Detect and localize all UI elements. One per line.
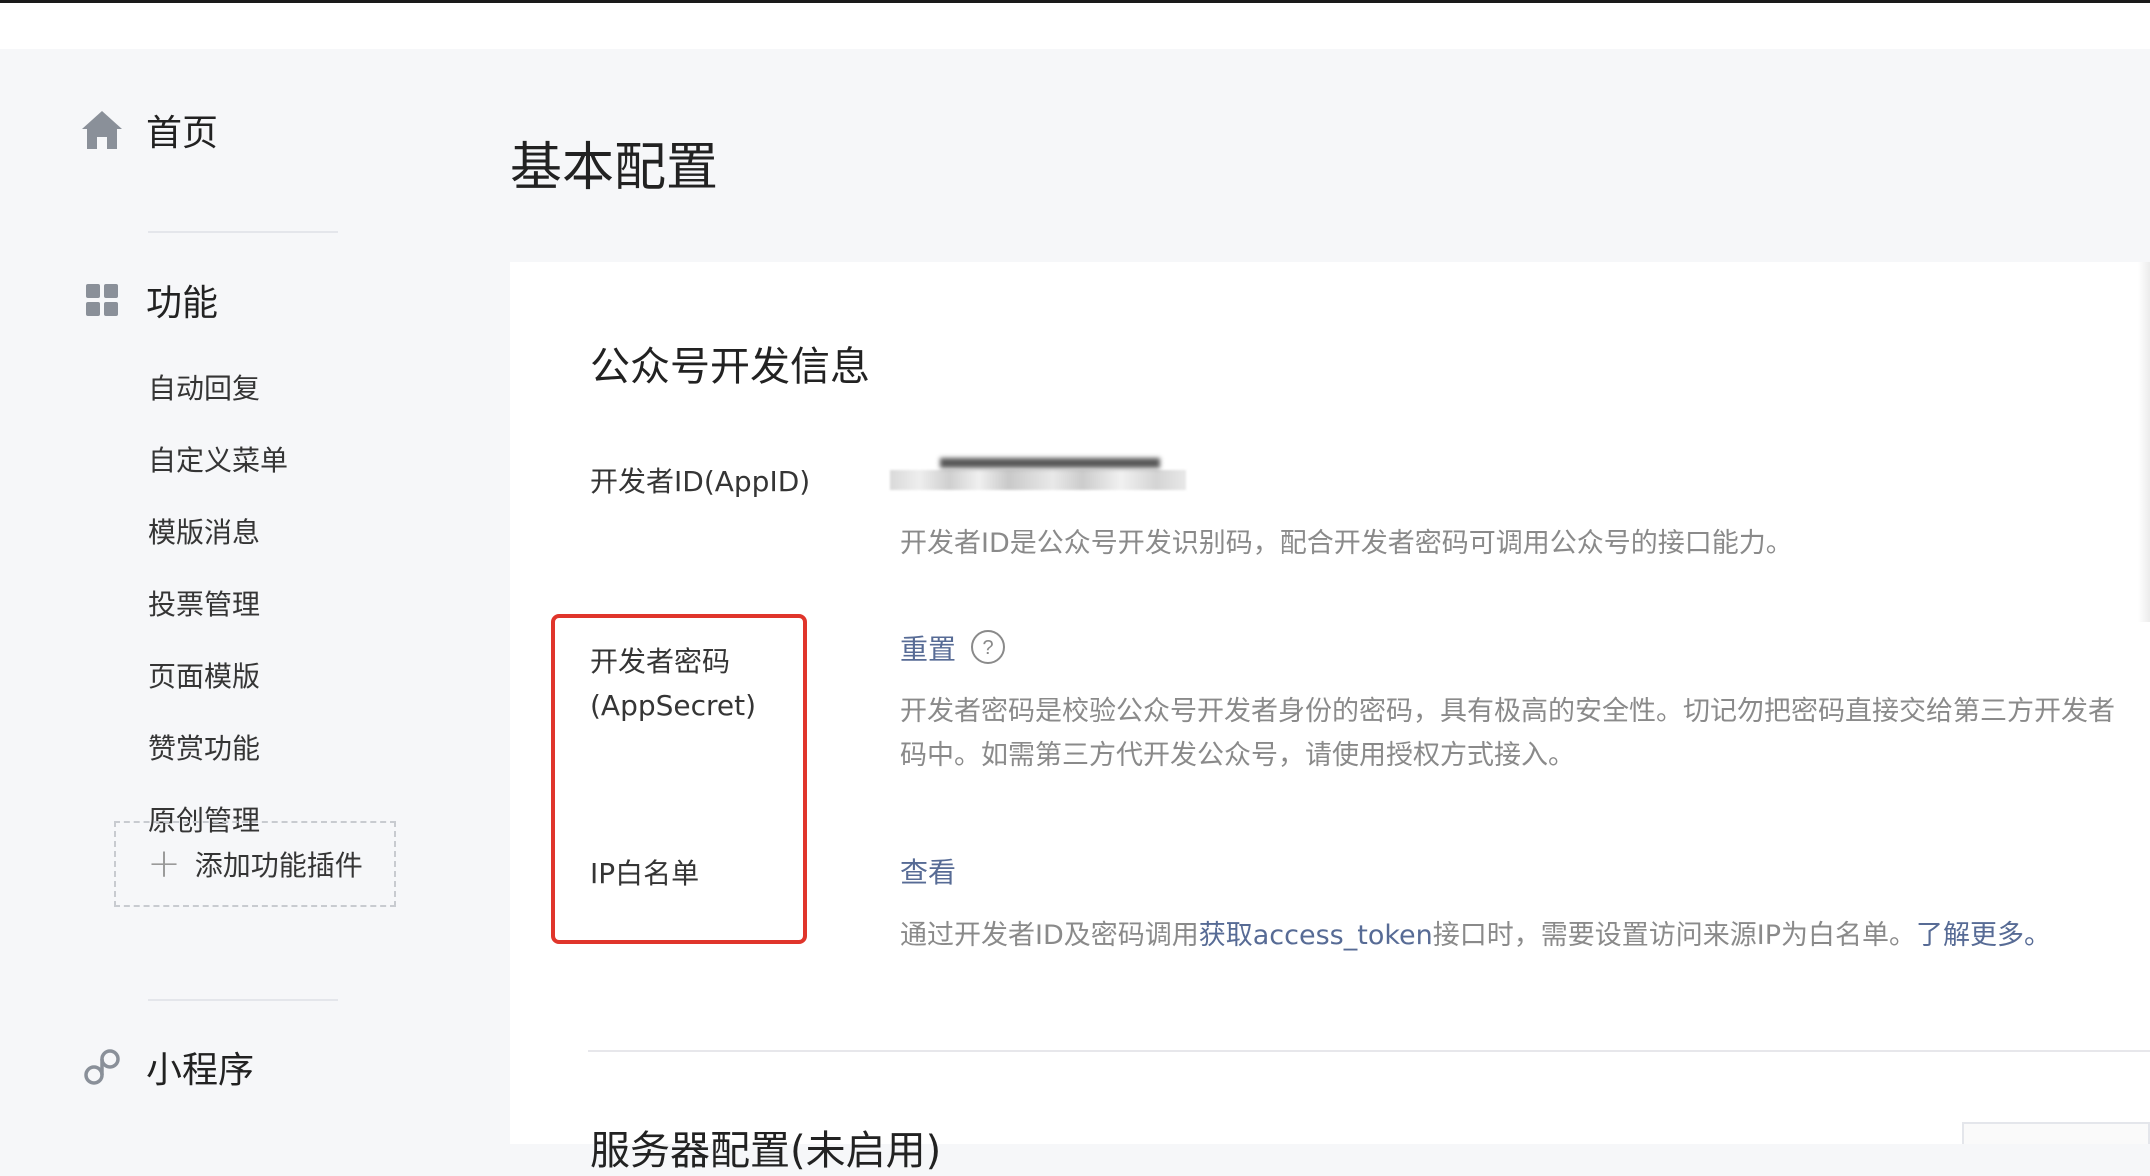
help-icon[interactable]: ? [970,629,1006,665]
section-divider [588,1050,2150,1052]
add-plugin-label: 添加功能插件 [194,849,363,882]
sidebar-divider [148,231,338,233]
panel-edge [2138,262,2150,622]
svg-text:?: ? [982,637,993,659]
secret-description-line2: 码中。如需第三方代开发公众号，请使用授权方式接入。 [900,740,1575,771]
menu-item-custom-menu[interactable]: 自定义菜单 [148,439,288,479]
reset-secret-link[interactable]: 重置 [900,628,956,668]
section-title: 公众号开发信息 [590,344,870,390]
home-icon [80,108,124,152]
link-icon [80,1045,124,1089]
add-plugin-button[interactable]: + 添加功能插件 [114,821,396,907]
nav-miniprogram[interactable]: 小程序 [80,1032,254,1102]
nav-miniprogram-label: 小程序 [146,1050,255,1091]
server-config-title: 服务器配置(未启用) [590,1128,942,1174]
learn-more-link[interactable]: 了解更多。 [1916,920,2051,951]
sidebar-divider [148,999,338,1001]
ip-whitelist-description: 通过开发者ID及密码调用获取access_token接口时，需要设置访问来源IP… [900,914,2051,958]
top-strip [0,3,2150,49]
nav-features: 功能 [80,265,218,335]
view-ip-whitelist-link[interactable]: 查看 [900,851,956,891]
server-config-action-button[interactable] [1962,1122,2150,1144]
highlight-annotation-box [551,614,807,944]
appid-label: 开发者ID(AppID) [590,465,811,498]
access-token-link[interactable]: 获取access_token [1199,920,1433,951]
menu-item-auto-reply[interactable]: 自动回复 [148,367,260,407]
ip-desc-prefix: 通过开发者ID及密码调用 [900,920,1199,951]
nav-home[interactable]: 首页 [80,95,218,165]
menu-item-page-template[interactable]: 页面模版 [148,655,260,695]
appid-value-masked [890,458,1186,490]
page-title: 基本配置 [510,138,719,198]
menu-item-reward[interactable]: 赞赏功能 [148,727,260,767]
ip-desc-middle: 接口时，需要设置访问来源IP为白名单。 [1432,920,1916,951]
nav-home-label: 首页 [146,113,219,154]
plus-icon: + [147,841,181,887]
grid-icon [80,278,124,322]
nav-features-label: 功能 [146,283,219,324]
secret-description-line1: 开发者密码是校验公众号开发者身份的密码，具有极高的安全性。切记勿把密码直接交给第… [900,696,2115,727]
menu-item-vote-management[interactable]: 投票管理 [148,583,260,623]
appid-description: 开发者ID是公众号开发识别码，配合开发者密码可调用公众号的接口能力。 [900,528,1793,559]
menu-item-template-message[interactable]: 模版消息 [148,511,260,551]
